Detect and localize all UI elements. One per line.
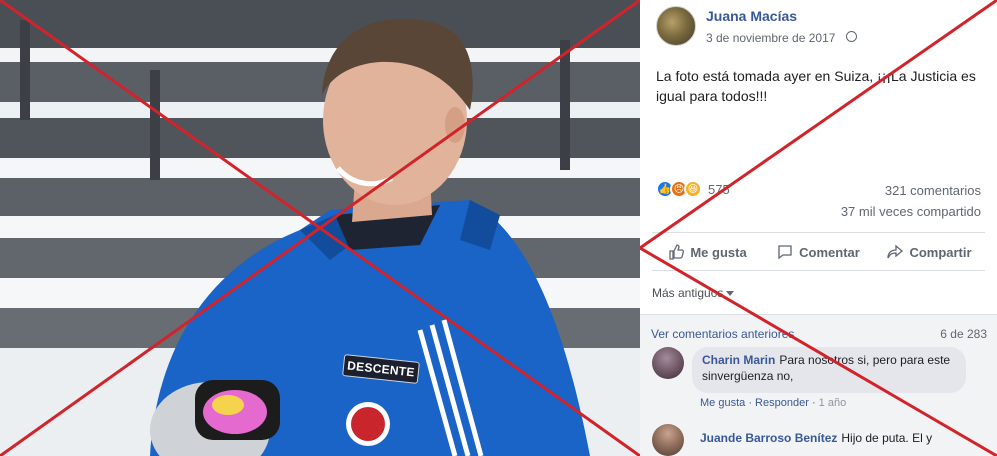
like-button[interactable]: Me gusta (652, 238, 763, 266)
post-actions: Me gusta Comentar Compartir (652, 238, 985, 266)
commenter-name[interactable]: Juande Barroso Benítez (700, 431, 837, 445)
comment-label: Comentar (799, 244, 860, 260)
author-avatar[interactable] (656, 6, 696, 46)
comments-section: Ver comentarios anteriores 6 de 283 Char… (640, 314, 997, 456)
comment-text: Hijo de puta. El y (841, 431, 933, 445)
share-label: Compartir (909, 244, 972, 260)
photo-scene (0, 0, 640, 456)
post-date[interactable]: 3 de noviembre de 2017 (706, 31, 835, 45)
comment-time[interactable]: 1 año (819, 397, 847, 409)
author-name[interactable]: Juana Macías (706, 8, 797, 24)
comments-pager: 6 de 283 (940, 327, 987, 341)
haha-reaction-icon: 😆 (684, 180, 702, 198)
share-icon (887, 244, 904, 259)
comment-icon (778, 245, 792, 260)
comment-meta: Me gusta · Responder · 1 año (700, 397, 847, 409)
divider (652, 270, 985, 271)
post-photo[interactable]: DESCENTE (0, 0, 640, 456)
like-label: Me gusta (690, 244, 747, 260)
commenter-avatar[interactable] (652, 424, 684, 456)
comment-bubble: Charin Marin Para nosotros si, pero para … (692, 347, 966, 393)
comment-button[interactable]: Comentar (763, 238, 874, 266)
comments-count[interactable]: 321 comentarios (885, 183, 981, 198)
divider (652, 232, 985, 233)
comment-like-link[interactable]: Me gusta (700, 397, 745, 409)
globe-icon (846, 31, 857, 42)
post-panel: Juana Macías 3 de noviembre de 2017 La f… (640, 0, 997, 456)
reactions-summary[interactable]: 👍 😠 😆 575 (656, 180, 730, 198)
share-button[interactable]: Compartir (874, 238, 985, 266)
commenter-avatar[interactable] (652, 347, 684, 379)
caret-down-icon (726, 291, 735, 297)
sort-label: Más antiguos (652, 286, 724, 300)
comment-sort-dropdown[interactable]: Más antiguos (652, 286, 735, 300)
comment-row: Juande Barroso Benítez Hijo de puta. El y (700, 431, 932, 445)
view-previous-comments-link[interactable]: Ver comentarios anteriores (651, 327, 794, 341)
post-text: La foto está tomada ayer en Suiza, ¡¡¡La… (656, 68, 976, 104)
shares-count[interactable]: 37 mil veces compartido (841, 204, 981, 219)
comment-reply-link[interactable]: Responder (755, 397, 809, 409)
commenter-name[interactable]: Charin Marin (702, 353, 775, 367)
like-icon (669, 244, 685, 260)
reaction-count: 575 (708, 181, 730, 197)
